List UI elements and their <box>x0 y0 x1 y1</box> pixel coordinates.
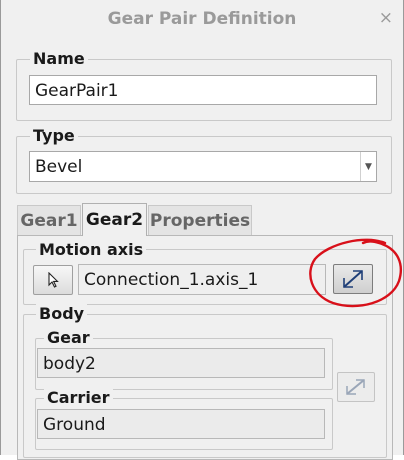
type-label: Type <box>30 126 78 145</box>
gear-label: Gear <box>44 328 93 347</box>
gear-body-input[interactable]: body2 <box>37 348 325 378</box>
cursor-arrow-icon <box>48 272 59 288</box>
tab-properties[interactable]: Properties <box>148 205 252 236</box>
flip-body-button[interactable] <box>337 372 375 402</box>
select-axis-button[interactable] <box>33 265 73 295</box>
flip-direction-icon <box>346 379 365 395</box>
close-icon[interactable]: × <box>379 8 393 28</box>
name-label: Name <box>30 49 88 68</box>
motion-axis-input[interactable]: Connection_1.axis_1 <box>78 264 326 295</box>
flip-direction-icon <box>343 270 363 288</box>
dialog-title: Gear Pair Definition <box>107 9 297 29</box>
carrier-label: Carrier <box>44 388 113 407</box>
tab-gear2[interactable]: Gear2 <box>82 203 147 236</box>
name-input[interactable]: GearPair1 <box>29 75 377 105</box>
body-label: Body <box>36 304 88 323</box>
flip-axis-button[interactable] <box>333 264 373 294</box>
tab-gear1[interactable]: Gear1 <box>17 205 81 236</box>
carrier-body-input[interactable]: Ground <box>37 409 325 439</box>
title-bar: Gear Pair Definition × <box>1 0 403 38</box>
motion-axis-label: Motion axis <box>36 240 147 259</box>
type-select[interactable]: Bevel ▼ <box>29 151 377 182</box>
chevron-down-icon[interactable]: ▼ <box>360 152 376 181</box>
type-select-value: Bevel <box>35 157 83 177</box>
gear-pair-dialog: Gear Pair Definition × Name GearPair1 Ty… <box>0 0 404 460</box>
